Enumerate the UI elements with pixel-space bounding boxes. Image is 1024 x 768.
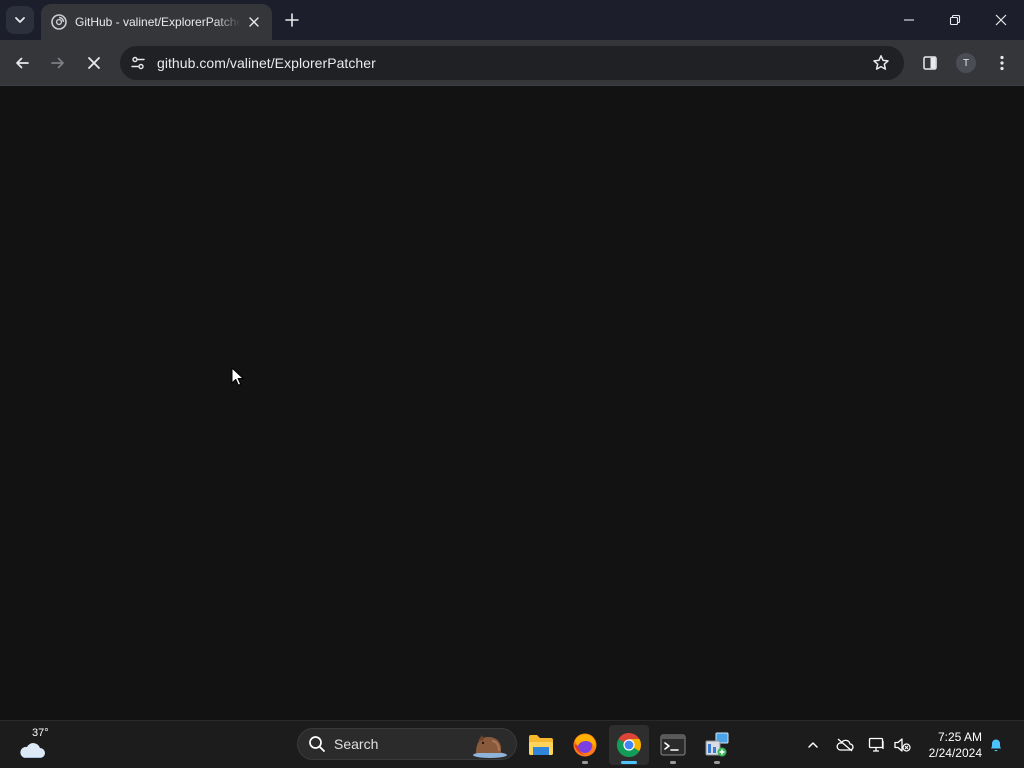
chevron-up-icon bbox=[808, 742, 818, 748]
notification-bell-icon bbox=[991, 739, 1001, 752]
firefox-icon bbox=[573, 733, 597, 757]
restore-icon bbox=[949, 14, 961, 26]
tab-title: GitHub - valinet/ExplorerPatcher bbox=[75, 15, 240, 29]
weather-temperature: 37° bbox=[32, 727, 49, 739]
volume-muted-icon bbox=[894, 738, 911, 752]
taskbar-task-manager[interactable] bbox=[697, 725, 737, 765]
plus-icon bbox=[285, 13, 299, 27]
tab-active[interactable]: GitHub - valinet/ExplorerPatcher bbox=[41, 4, 272, 40]
taskbar: 37° Search 7:25 AM 2/24/2024 bbox=[0, 720, 1024, 768]
active-indicator bbox=[621, 761, 637, 764]
taskbar-terminal[interactable] bbox=[653, 725, 693, 765]
back-icon bbox=[16, 57, 29, 69]
running-indicator bbox=[714, 761, 720, 764]
site-info-button[interactable] bbox=[122, 46, 154, 80]
search-icon bbox=[309, 736, 325, 752]
cloud-icon bbox=[20, 743, 45, 758]
mouse-cursor-icon bbox=[231, 367, 244, 386]
stop-icon bbox=[88, 57, 100, 69]
chevron-down-icon bbox=[15, 17, 25, 23]
stop-loading-button[interactable] bbox=[80, 49, 108, 77]
bookmark-star-icon[interactable] bbox=[872, 54, 890, 72]
url-text: github.com/valinet/ExplorerPatcher bbox=[157, 55, 376, 71]
taskbar-firefox[interactable] bbox=[565, 725, 605, 765]
terminal-icon bbox=[660, 734, 686, 756]
menu-icon bbox=[1000, 55, 1004, 71]
back-button[interactable] bbox=[8, 49, 36, 77]
chrome-icon bbox=[616, 733, 641, 758]
browser-toolbar: github.com/valinet/ExplorerPatcher T bbox=[0, 40, 1024, 86]
notification-center-button[interactable] bbox=[986, 735, 1006, 755]
profile-avatar[interactable]: T bbox=[956, 53, 976, 73]
forward-icon bbox=[51, 57, 64, 69]
taskbar-search[interactable]: Search bbox=[297, 728, 517, 760]
task-manager-icon bbox=[705, 732, 729, 757]
network-tray[interactable] bbox=[867, 735, 887, 755]
screen: GitHub - valinet/ExplorerPatcher github.… bbox=[0, 0, 1024, 768]
show-hidden-icons-button[interactable] bbox=[803, 735, 823, 755]
search-highlight-image bbox=[473, 735, 507, 758]
tab-strip: GitHub - valinet/ExplorerPatcher bbox=[0, 0, 1024, 40]
tab-search-button[interactable] bbox=[6, 6, 34, 34]
new-tab-button[interactable] bbox=[280, 8, 304, 32]
address-bar[interactable]: github.com/valinet/ExplorerPatcher bbox=[120, 46, 904, 80]
system-clock[interactable]: 7:25 AM 2/24/2024 bbox=[929, 729, 982, 761]
minimize-button[interactable] bbox=[886, 0, 932, 40]
side-panel-icon bbox=[923, 56, 937, 70]
page-content bbox=[0, 87, 1024, 720]
volume-tray[interactable] bbox=[892, 735, 912, 755]
side-panel-button[interactable] bbox=[916, 49, 944, 77]
clock-time: 7:25 AM bbox=[937, 730, 982, 744]
github-icon bbox=[51, 14, 67, 30]
close-window-button[interactable] bbox=[978, 0, 1024, 40]
close-icon bbox=[995, 14, 1007, 26]
weather-widget[interactable]: 37° bbox=[16, 727, 56, 763]
restore-button[interactable] bbox=[932, 0, 978, 40]
close-icon bbox=[249, 17, 259, 27]
tab-close-button[interactable] bbox=[246, 14, 262, 30]
browser-menu-button[interactable] bbox=[988, 49, 1016, 77]
site-info-icon bbox=[131, 56, 145, 70]
onedrive-offline-icon bbox=[836, 738, 854, 752]
onedrive-tray[interactable] bbox=[835, 735, 855, 755]
network-icon bbox=[868, 737, 884, 752]
running-indicator bbox=[670, 761, 676, 764]
taskbar-chrome[interactable] bbox=[609, 725, 649, 765]
running-indicator bbox=[582, 761, 588, 764]
forward-button[interactable] bbox=[44, 49, 72, 77]
clock-date: 2/24/2024 bbox=[928, 746, 982, 760]
file-explorer-icon bbox=[529, 735, 553, 755]
minimize-icon bbox=[904, 19, 914, 21]
search-label: Search bbox=[334, 736, 379, 752]
taskbar-file-explorer[interactable] bbox=[521, 725, 561, 765]
